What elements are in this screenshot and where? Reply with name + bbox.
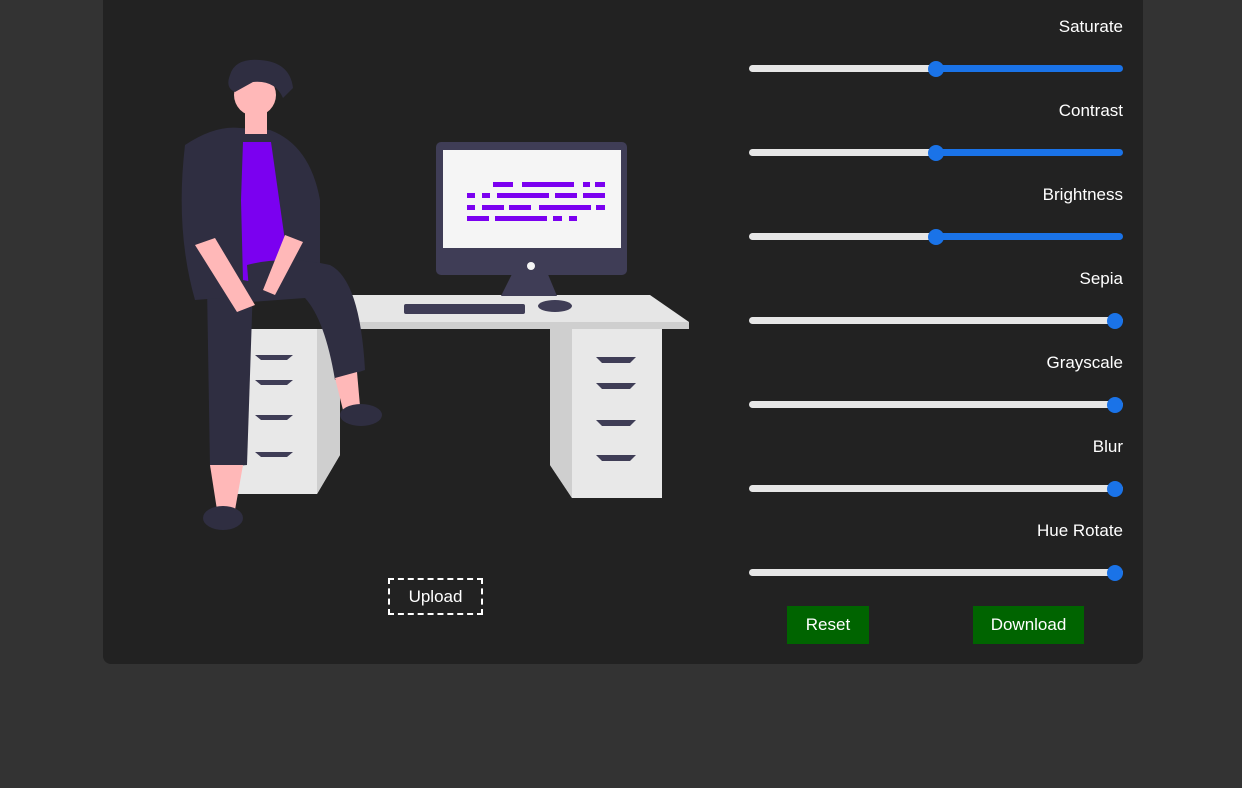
download-button[interactable]: Download — [973, 606, 1084, 644]
hue-rotate-control: Hue Rotate — [745, 504, 1125, 588]
saturate-slider[interactable] — [749, 61, 1123, 77]
right-cabinet-side — [550, 329, 572, 498]
upload-button[interactable]: Upload — [388, 578, 483, 615]
slider-track-filled — [749, 401, 1123, 408]
slider-thumb[interactable] — [1107, 397, 1123, 413]
grayscale-slider[interactable] — [749, 397, 1123, 413]
slider-track-filled — [749, 317, 1123, 324]
desk-edge — [335, 322, 689, 329]
person-back-shoe — [203, 506, 243, 530]
person-back-shin — [210, 465, 243, 510]
contrast-label: Contrast — [1058, 101, 1123, 120]
reset-button[interactable]: Reset — [787, 606, 869, 644]
blur-label: Blur — [1092, 437, 1123, 456]
hue-rotate-label: Hue Rotate — [1037, 521, 1123, 540]
brightness-control: Brightness — [745, 168, 1125, 252]
slider-track-filled — [749, 149, 936, 156]
person-front-shoe — [340, 404, 382, 426]
slider-track-filled — [749, 233, 936, 240]
preview-illustration — [181, 59, 689, 530]
monitor-screen — [443, 150, 621, 248]
saturate-control: Saturate — [745, 0, 1125, 84]
slider-track-filled — [749, 485, 1123, 492]
monitor-stand — [501, 272, 557, 296]
sepia-label: Sepia — [1079, 269, 1123, 288]
brightness-label: Brightness — [1042, 185, 1123, 204]
blur-control: Blur — [745, 420, 1125, 504]
slider-thumb[interactable] — [1107, 565, 1123, 581]
slider-track-remaining — [936, 233, 1123, 240]
slider-track-remaining — [936, 65, 1123, 72]
grayscale-label: Grayscale — [1046, 353, 1123, 372]
sepia-slider[interactable] — [749, 313, 1123, 329]
slider-thumb[interactable] — [1107, 313, 1123, 329]
person-back-leg — [207, 285, 253, 468]
brightness-slider[interactable] — [749, 229, 1123, 245]
hue-rotate-slider[interactable] — [749, 565, 1123, 581]
contrast-slider[interactable] — [749, 145, 1123, 161]
slider-thumb[interactable] — [928, 229, 944, 245]
slider-thumb[interactable] — [1107, 481, 1123, 497]
grayscale-control: Grayscale — [745, 336, 1125, 420]
mouse — [538, 300, 572, 312]
blur-slider[interactable] — [749, 481, 1123, 497]
contrast-control: Contrast — [745, 84, 1125, 168]
slider-track-remaining — [936, 149, 1123, 156]
slider-track-filled — [749, 65, 936, 72]
slider-thumb[interactable] — [928, 61, 944, 77]
keyboard — [404, 304, 525, 314]
monitor-power-dot — [527, 262, 535, 270]
sepia-control: Sepia — [745, 252, 1125, 336]
slider-thumb[interactable] — [928, 145, 944, 161]
saturate-label: Saturate — [1058, 17, 1123, 36]
slider-track-filled — [749, 569, 1123, 576]
